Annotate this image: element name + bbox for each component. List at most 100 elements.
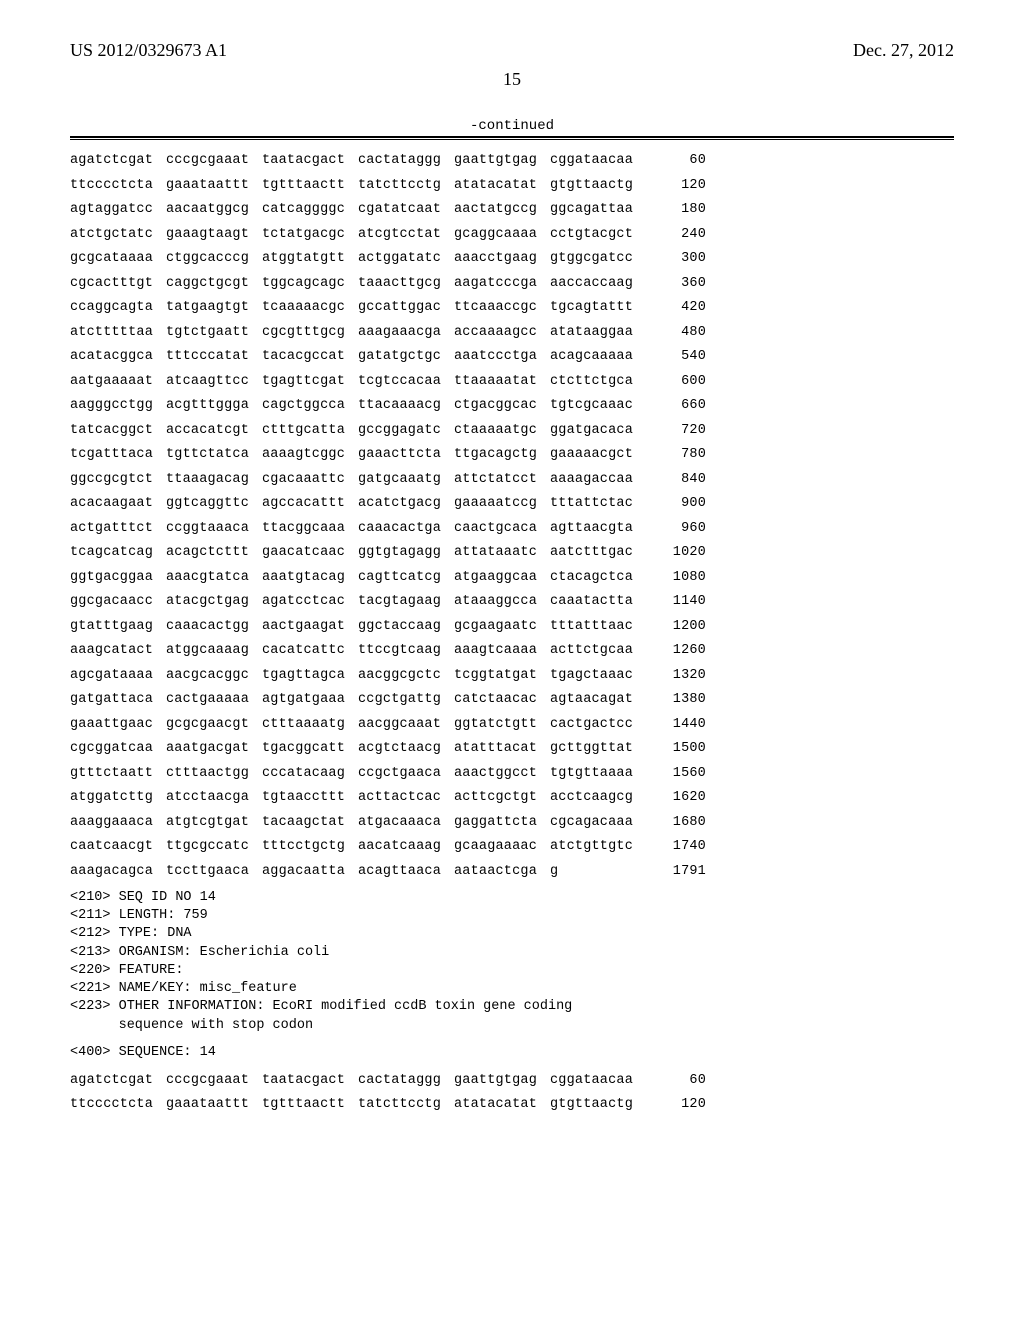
sequence-group: tgagctaaac — [550, 669, 636, 683]
sequence-group: gaattgtgag — [454, 154, 540, 168]
sequence-group: aacggcgctc — [358, 669, 444, 683]
sequence-group: atgtcgtgat — [166, 816, 252, 830]
sequence-group: tgcagtattt — [550, 301, 636, 315]
sequence-group: acagttaaca — [358, 865, 444, 879]
sequence-group: atcgtcctat — [358, 228, 444, 242]
sequence-group: atctgctatc — [70, 228, 156, 242]
sequence-group: tatcttcctg — [358, 179, 444, 193]
sequence-position: 720 — [658, 424, 706, 438]
sequence-group: acctcaagcg — [550, 791, 636, 805]
sequence-group: ttgacagctg — [454, 448, 540, 462]
sequence-group: aacaatggcg — [166, 203, 252, 217]
sequence-position: 120 — [658, 1098, 706, 1112]
sequence-groups: acatacggcatttcccatattacacgccatgatatgctgc… — [70, 350, 636, 364]
sequence-group: agtgatgaaa — [262, 693, 348, 707]
sequence-14-header: <400> SEQUENCE: 14 — [70, 1045, 954, 1060]
sequence-group: agttaacgta — [550, 522, 636, 536]
sequence-group: ggatgacaca — [550, 424, 636, 438]
sequence-group: gatgattaca — [70, 693, 156, 707]
sequence-position: 240 — [658, 228, 706, 242]
sequence-group: tgtcgcaaac — [550, 399, 636, 413]
sequence-group: acgtctaacg — [358, 742, 444, 756]
sequence-group: ccaggcagta — [70, 301, 156, 315]
sequence-group: aaagaaacga — [358, 326, 444, 340]
sequence-group: actggatatc — [358, 252, 444, 266]
publication-date: Dec. 27, 2012 — [853, 40, 954, 61]
sequence-groups: cgcactttgtcaggctgcgttggcagcagctaaacttgcg… — [70, 277, 636, 291]
sequence-groups: agatctcgatcccgcgaaattaatacgactcactataggg… — [70, 1074, 636, 1088]
sequence-group: cagctggcca — [262, 399, 348, 413]
sequence-position: 1620 — [658, 791, 706, 805]
sequence-group: gaaataattt — [166, 179, 252, 193]
sequence-position: 1680 — [658, 816, 706, 830]
sequence-group: tctatgacgc — [262, 228, 348, 242]
sequence-groups: tatcacggctaccacatcgtctttgcattagccggagatc… — [70, 424, 636, 438]
sequence-group: ttcccctcta — [70, 1098, 156, 1112]
sequence-groups: aaaggaaacaatgtcgtgattacaagctatatgacaaaca… — [70, 816, 636, 830]
sequence-group: gccattggac — [358, 301, 444, 315]
sequence-group: caatcaacgt — [70, 840, 156, 854]
sequence-group: tatgaagtgt — [166, 301, 252, 315]
sequence-group: gcttggttat — [550, 742, 636, 756]
sequence-groups: cgcggatcaaaaatgacgattgacggcattacgtctaacg… — [70, 742, 636, 756]
sequence-group: acttcgctgt — [454, 791, 540, 805]
sequence-group: ccgctgattg — [358, 693, 444, 707]
sequence-groups: caatcaacgtttgcgccatctttcctgctgaacatcaaag… — [70, 840, 636, 854]
sequence-position: 1140 — [658, 595, 706, 609]
sequence-group: acatacggca — [70, 350, 156, 364]
sequence-groups: ttcccctctagaaataattttgtttaactttatcttcctg… — [70, 179, 636, 193]
sequence-group: acttactcac — [358, 791, 444, 805]
sequence-group: ttacaaaacg — [358, 399, 444, 413]
sequence-group: cccgcgaaat — [166, 154, 252, 168]
sequence-position: 300 — [658, 252, 706, 266]
sequence-group: atatttacat — [454, 742, 540, 756]
sequence-group: gtgttaactg — [550, 179, 636, 193]
sequence-row: ggccgcgtctttaaagacagcgacaaattcgatgcaaatg… — [70, 473, 954, 487]
sequence-row: ttcccctctagaaataattttgtttaactttatcttcctg… — [70, 1098, 954, 1112]
sequence-group: cgcagacaaa — [550, 816, 636, 830]
sequence-group: tacacgccat — [262, 350, 348, 364]
sequence-row: atctttttaatgtctgaattcgcgtttgcgaaagaaacga… — [70, 326, 954, 340]
sequence-position: 540 — [658, 350, 706, 364]
sequence-group: tcgatttaca — [70, 448, 156, 462]
sequence-row: gatgattacacactgaaaaaagtgatgaaaccgctgattg… — [70, 693, 954, 707]
sequence-position: 120 — [658, 179, 706, 193]
sequence-group: atcctaacga — [166, 791, 252, 805]
sequence-group: cccgcgaaat — [166, 1074, 252, 1088]
sequence-group: atctgttgtc — [550, 840, 636, 854]
sequence-group: aactatgccg — [454, 203, 540, 217]
sequence-group: aaatccctga — [454, 350, 540, 364]
sequence-group: aacggcaaat — [358, 718, 444, 732]
sequence-group: ctgacggcac — [454, 399, 540, 413]
sequence-position: 900 — [658, 497, 706, 511]
sequence-row: ggtgacggaaaaacgtatcaaaatgtacagcagttcatcg… — [70, 571, 954, 585]
sequence-row: tcagcatcagacagctctttgaacatcaacggtgtagagg… — [70, 546, 954, 560]
sequence-group: ttgcgccatc — [166, 840, 252, 854]
sequence-group: aataactcga — [454, 865, 540, 879]
sequence-group: tttattctac — [550, 497, 636, 511]
sequence-group: agatctcgat — [70, 1074, 156, 1088]
sequence-group: ccggtaaaca — [166, 522, 252, 536]
sequence-position: 1200 — [658, 620, 706, 634]
sequence-group: aaatgacgat — [166, 742, 252, 756]
sequence-group: taatacgact — [262, 1074, 348, 1088]
sequence-group: ccgctgaaca — [358, 767, 444, 781]
sequence-group: agtaggatcc — [70, 203, 156, 217]
sequence-group: tccttgaaca — [166, 865, 252, 879]
page-number: 15 — [70, 69, 954, 90]
sequence-group: cgcactttgt — [70, 277, 156, 291]
sequence-group: atgacaaaca — [358, 816, 444, 830]
sequence-group: caaacactgg — [166, 620, 252, 634]
sequence-14-metadata: <210> SEQ ID NO 14 <211> LENGTH: 759 <21… — [70, 889, 954, 1035]
sequence-group: ggtgacggaa — [70, 571, 156, 585]
sequence-group: agatctcgat — [70, 154, 156, 168]
sequence-group: caaatactta — [550, 595, 636, 609]
sequence-groups: ggtgacggaaaaacgtatcaaaatgtacagcagttcatcg… — [70, 571, 636, 585]
sequence-row: tcgatttacatgttctatcaaaaagtcggcgaaacttcta… — [70, 448, 954, 462]
sequence-group: cagttcatcg — [358, 571, 444, 585]
sequence-group: gtgttaactg — [550, 1098, 636, 1112]
sequence-group: tggcagcagc — [262, 277, 348, 291]
sequence-position: 780 — [658, 448, 706, 462]
sequence-group: ggtgtagagg — [358, 546, 444, 560]
sequence-group: cgcgtttgcg — [262, 326, 348, 340]
